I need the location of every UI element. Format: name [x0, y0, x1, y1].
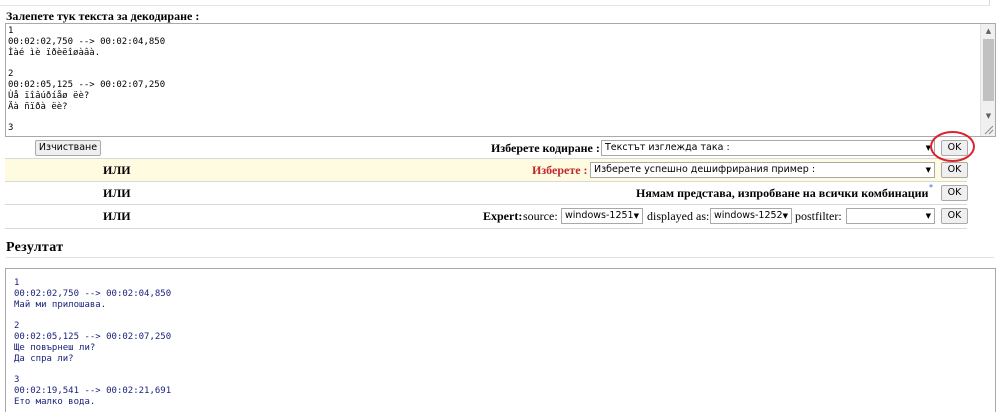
divider [6, 257, 994, 258]
example-row: ИЛИ Изберете : Изберете успешно дешифрир… [5, 159, 968, 182]
paste-label: Залепете тук текста за декодиране : [6, 9, 200, 23]
annotation-circle [930, 131, 975, 162]
top-frame-edge [0, 0, 990, 6]
source-label: source: [523, 209, 558, 223]
or-label: ИЛИ [103, 186, 131, 200]
scroll-down-icon[interactable]: ▼ [981, 109, 995, 124]
input-textarea[interactable]: 1 00:02:02,750 --> 00:02:04,850 Ìàé ìè ï… [5, 23, 996, 137]
clear-button[interactable]: Изчистване [35, 140, 101, 156]
postfilter-select[interactable]: ▼ [846, 208, 935, 224]
or-label: ИЛИ [103, 209, 131, 223]
example-select[interactable]: Изберете успешно дешифрирания пример : ▼ [590, 162, 935, 178]
chevron-down-icon: ▼ [633, 212, 639, 220]
result-title: Резултат [6, 240, 64, 255]
chevron-down-icon: ▼ [925, 166, 931, 174]
encoding-select-value: Текстът изглежда така : [605, 142, 730, 153]
displayed-as-select[interactable]: windows-1252 ▼ [710, 208, 792, 224]
example-select-value: Изберете успешно дешифрирания пример : [594, 164, 816, 175]
scroll-up-icon[interactable]: ▲ [981, 24, 995, 39]
output-textarea[interactable]: 1 00:02:02,750 --> 00:02:04,850 Май ми п… [5, 268, 996, 412]
chevron-down-icon: ▼ [925, 212, 931, 220]
input-scrollbar[interactable]: ▲ ▼ [980, 24, 995, 136]
try-all-row: ИЛИ Нямам представа, изпробване на всичк… [5, 182, 968, 205]
ok-button-example[interactable]: OK [941, 162, 968, 178]
source-select-value: windows-1251 [565, 210, 634, 221]
displayed-as-label: displayed as: [647, 209, 710, 223]
ok-button-expert[interactable]: OK [941, 208, 968, 224]
choose-example-label: Изберете : [532, 163, 588, 177]
input-text[interactable]: 1 00:02:02,750 --> 00:02:04,850 Ìàé ìè ï… [8, 26, 980, 134]
scroll-thumb[interactable] [983, 39, 994, 101]
displayed-as-select-value: windows-1252 [714, 210, 783, 221]
postfilter-label: postfilter: [795, 209, 842, 223]
expert-row: ИЛИ Expert: source: windows-1251 ▼ displ… [5, 205, 968, 229]
source-select[interactable]: windows-1251 ▼ [561, 208, 643, 224]
encoding-select[interactable]: Текстът изглежда така : ▼ [601, 140, 935, 156]
encoding-row: Изчистване Изберете кодиране : Текстът и… [5, 137, 968, 159]
output-text[interactable]: 1 00:02:02,750 --> 00:02:04,850 Май ми п… [14, 278, 974, 408]
try-all-label: Нямам представа, изпробване на всички ко… [636, 186, 929, 200]
help-link[interactable]: * [929, 183, 933, 192]
chevron-down-icon: ▼ [782, 212, 788, 220]
resize-grip-icon[interactable] [983, 124, 994, 135]
ok-button-try-all[interactable]: OK [941, 185, 968, 201]
choose-encoding-label: Изберете кодиране : [491, 141, 600, 155]
expert-label: Expert: [483, 209, 523, 223]
or-label: ИЛИ [103, 163, 131, 177]
